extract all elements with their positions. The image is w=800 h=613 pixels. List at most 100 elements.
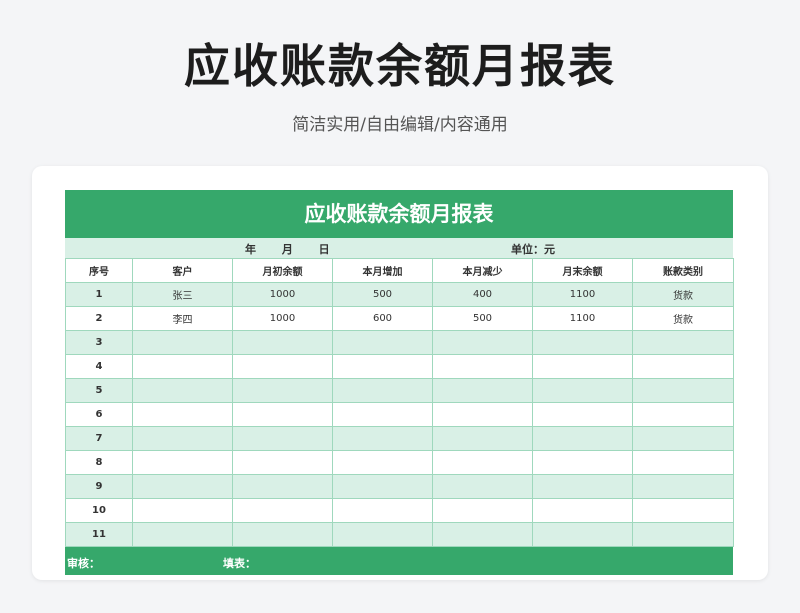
table-cell[interactable] <box>332 378 433 403</box>
table-row: 11 <box>65 522 734 547</box>
table-cell[interactable] <box>332 402 433 427</box>
table-cell[interactable] <box>232 378 333 403</box>
column-header[interactable]: 账款类别 <box>632 258 734 283</box>
table-cell[interactable]: 1000 <box>232 282 333 307</box>
table-cell[interactable] <box>232 450 333 475</box>
unit-label[interactable]: 单位：元 <box>511 241 555 257</box>
sheet-title[interactable]: 应收账款余额月报表 <box>65 190 733 238</box>
table-cell[interactable] <box>132 522 233 547</box>
table-cell[interactable] <box>532 450 633 475</box>
table-cell[interactable]: 400 <box>432 282 533 307</box>
table-cell[interactable] <box>332 498 433 523</box>
page-title: 应收账款余额月报表 <box>184 39 616 93</box>
table-cell[interactable]: 1100 <box>532 306 633 331</box>
row-index-cell[interactable]: 2 <box>65 306 133 331</box>
table-cell[interactable] <box>432 426 533 451</box>
sheet-card: 应收账款余额月报表 年 月 日 单位：元 序号 客户 月初余额 本月增加 本月减少 月末余… <box>32 166 768 580</box>
column-header[interactable]: 月末余额 <box>532 258 633 283</box>
row-index-cell[interactable]: 7 <box>65 426 133 451</box>
table-cell[interactable] <box>232 354 333 379</box>
row-index-cell[interactable]: 11 <box>65 522 133 547</box>
table-cell[interactable] <box>532 426 633 451</box>
table-cell[interactable] <box>332 354 433 379</box>
table-cell[interactable] <box>632 330 734 355</box>
column-header[interactable]: 本月减少 <box>432 258 533 283</box>
row-index-cell[interactable]: 8 <box>65 450 133 475</box>
table-cell[interactable] <box>132 498 233 523</box>
column-header[interactable]: 客户 <box>132 258 233 283</box>
table-cell[interactable] <box>432 474 533 499</box>
table-cell[interactable] <box>432 522 533 547</box>
table-cell[interactable] <box>332 474 433 499</box>
table-cell[interactable] <box>332 522 433 547</box>
table-cell[interactable]: 货款 <box>632 306 734 331</box>
table-cell[interactable] <box>432 402 533 427</box>
table-cell[interactable] <box>632 450 734 475</box>
table-cell[interactable] <box>432 330 533 355</box>
table-body: 1 张三 1000 500 400 1100 货款 2 李四 1000 600 500 1100 货款 3 4… <box>65 282 734 547</box>
table-cell[interactable] <box>632 378 734 403</box>
date-label[interactable]: 年 月 日 <box>245 241 330 257</box>
table-row: 3 <box>65 330 734 355</box>
row-index-cell[interactable]: 6 <box>65 402 133 427</box>
table-cell[interactable] <box>632 426 734 451</box>
table-cell[interactable] <box>232 330 333 355</box>
table-cell[interactable] <box>132 426 233 451</box>
table-cell[interactable] <box>232 474 333 499</box>
table-cell[interactable]: 1100 <box>532 282 633 307</box>
table-cell[interactable] <box>632 498 734 523</box>
table-cell[interactable] <box>632 402 734 427</box>
table-cell[interactable]: 500 <box>432 306 533 331</box>
table-cell[interactable]: 1000 <box>232 306 333 331</box>
row-index-cell[interactable]: 1 <box>65 282 133 307</box>
page-subtitle: 简洁实用/自由编辑/内容通用 <box>292 115 508 135</box>
table-cell[interactable] <box>532 402 633 427</box>
table-cell[interactable] <box>232 426 333 451</box>
table-cell[interactable] <box>332 450 433 475</box>
table-cell[interactable] <box>532 330 633 355</box>
table-cell[interactable]: 张三 <box>132 282 233 307</box>
table-cell[interactable] <box>132 330 233 355</box>
row-index-cell[interactable]: 3 <box>65 330 133 355</box>
table-cell[interactable] <box>432 450 533 475</box>
table-cell[interactable] <box>132 378 233 403</box>
table-cell[interactable] <box>432 354 533 379</box>
table-cell[interactable] <box>132 402 233 427</box>
filler-label[interactable]: 填表： <box>223 555 256 571</box>
table-cell[interactable] <box>232 498 333 523</box>
table-cell[interactable]: 李四 <box>132 306 233 331</box>
table-cell[interactable] <box>232 522 333 547</box>
table-row: 2 李四 1000 600 500 1100 货款 <box>65 306 734 331</box>
reviewer-label[interactable]: 审核： <box>67 555 100 571</box>
row-index-cell[interactable]: 5 <box>65 378 133 403</box>
row-index-cell[interactable]: 4 <box>65 354 133 379</box>
row-index-cell[interactable]: 10 <box>65 498 133 523</box>
table-row: 7 <box>65 426 734 451</box>
table-cell[interactable] <box>132 474 233 499</box>
table-cell[interactable]: 500 <box>332 282 433 307</box>
table-cell[interactable] <box>532 474 633 499</box>
table-cell[interactable] <box>232 402 333 427</box>
row-index-cell[interactable]: 9 <box>65 474 133 499</box>
table-row: 6 <box>65 402 734 427</box>
column-header[interactable]: 月初余额 <box>232 258 333 283</box>
table-cell[interactable] <box>332 330 433 355</box>
column-header[interactable]: 本月增加 <box>332 258 433 283</box>
info-row: 年 月 日 单位：元 <box>65 238 733 258</box>
table-cell[interactable] <box>632 522 734 547</box>
table-cell[interactable] <box>532 522 633 547</box>
table-cell[interactable] <box>632 474 734 499</box>
table-cell[interactable] <box>132 354 233 379</box>
table-cell[interactable] <box>132 450 233 475</box>
report-table: 序号 客户 月初余额 本月增加 本月减少 月末余额 账款类别 1 张三 1000 500 400 11… <box>65 258 734 547</box>
table-cell[interactable] <box>532 378 633 403</box>
column-header[interactable]: 序号 <box>65 258 133 283</box>
table-cell[interactable] <box>432 498 533 523</box>
table-cell[interactable] <box>532 354 633 379</box>
table-cell[interactable]: 600 <box>332 306 433 331</box>
table-cell[interactable] <box>532 498 633 523</box>
table-cell[interactable]: 货款 <box>632 282 734 307</box>
table-cell[interactable] <box>632 354 734 379</box>
table-cell[interactable] <box>432 378 533 403</box>
table-cell[interactable] <box>332 426 433 451</box>
